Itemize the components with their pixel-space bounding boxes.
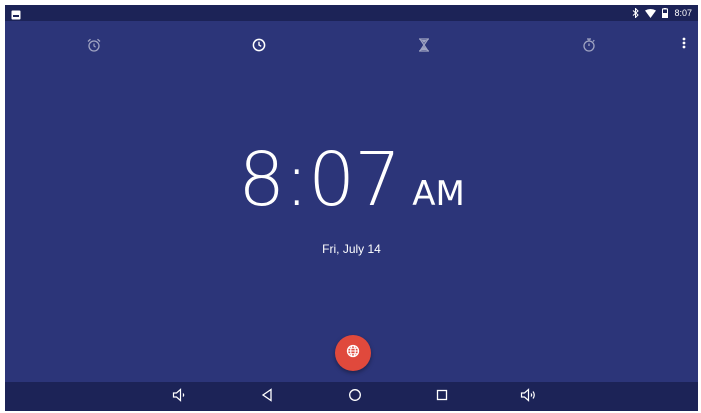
back-button[interactable]	[257, 387, 277, 407]
tab-timer[interactable]	[412, 33, 436, 57]
notification-icon	[11, 7, 23, 20]
home-button[interactable]	[345, 387, 365, 407]
volume-up-button[interactable]	[519, 387, 539, 407]
battery-icon	[662, 8, 669, 18]
hourglass-icon	[418, 38, 430, 52]
overflow-menu-button[interactable]	[676, 33, 692, 57]
bluetooth-icon	[632, 8, 640, 18]
back-icon	[261, 387, 273, 407]
tab-stopwatch[interactable]	[577, 33, 601, 57]
volume-down-icon	[172, 387, 188, 407]
alarm-icon	[87, 38, 101, 52]
volume-down-button[interactable]	[170, 387, 190, 407]
tab-alarm[interactable]	[82, 33, 106, 57]
tab-bar	[5, 33, 698, 57]
clock-time: 8:07	[238, 137, 401, 223]
recents-button[interactable]	[432, 387, 452, 407]
cities-button[interactable]	[335, 335, 371, 371]
more-vert-icon	[682, 36, 686, 54]
clock-app-screen: 8:07 8:07 AM Fri, July 14	[5, 5, 698, 411]
wifi-icon	[645, 8, 657, 18]
tab-clock[interactable]	[247, 33, 271, 57]
navigation-bar	[5, 382, 698, 411]
clock-date: Fri, July 14	[322, 242, 381, 256]
recents-icon	[436, 388, 448, 406]
status-time: 8:07	[674, 8, 692, 18]
digital-clock: 8:07 AM	[5, 143, 698, 217]
clock-icon	[252, 38, 266, 52]
volume-up-icon	[520, 387, 538, 407]
globe-icon	[346, 344, 360, 363]
status-bar: 8:07	[5, 5, 698, 21]
home-icon	[348, 388, 362, 407]
clock-ampm: AM	[412, 174, 465, 214]
stopwatch-icon	[582, 38, 596, 52]
